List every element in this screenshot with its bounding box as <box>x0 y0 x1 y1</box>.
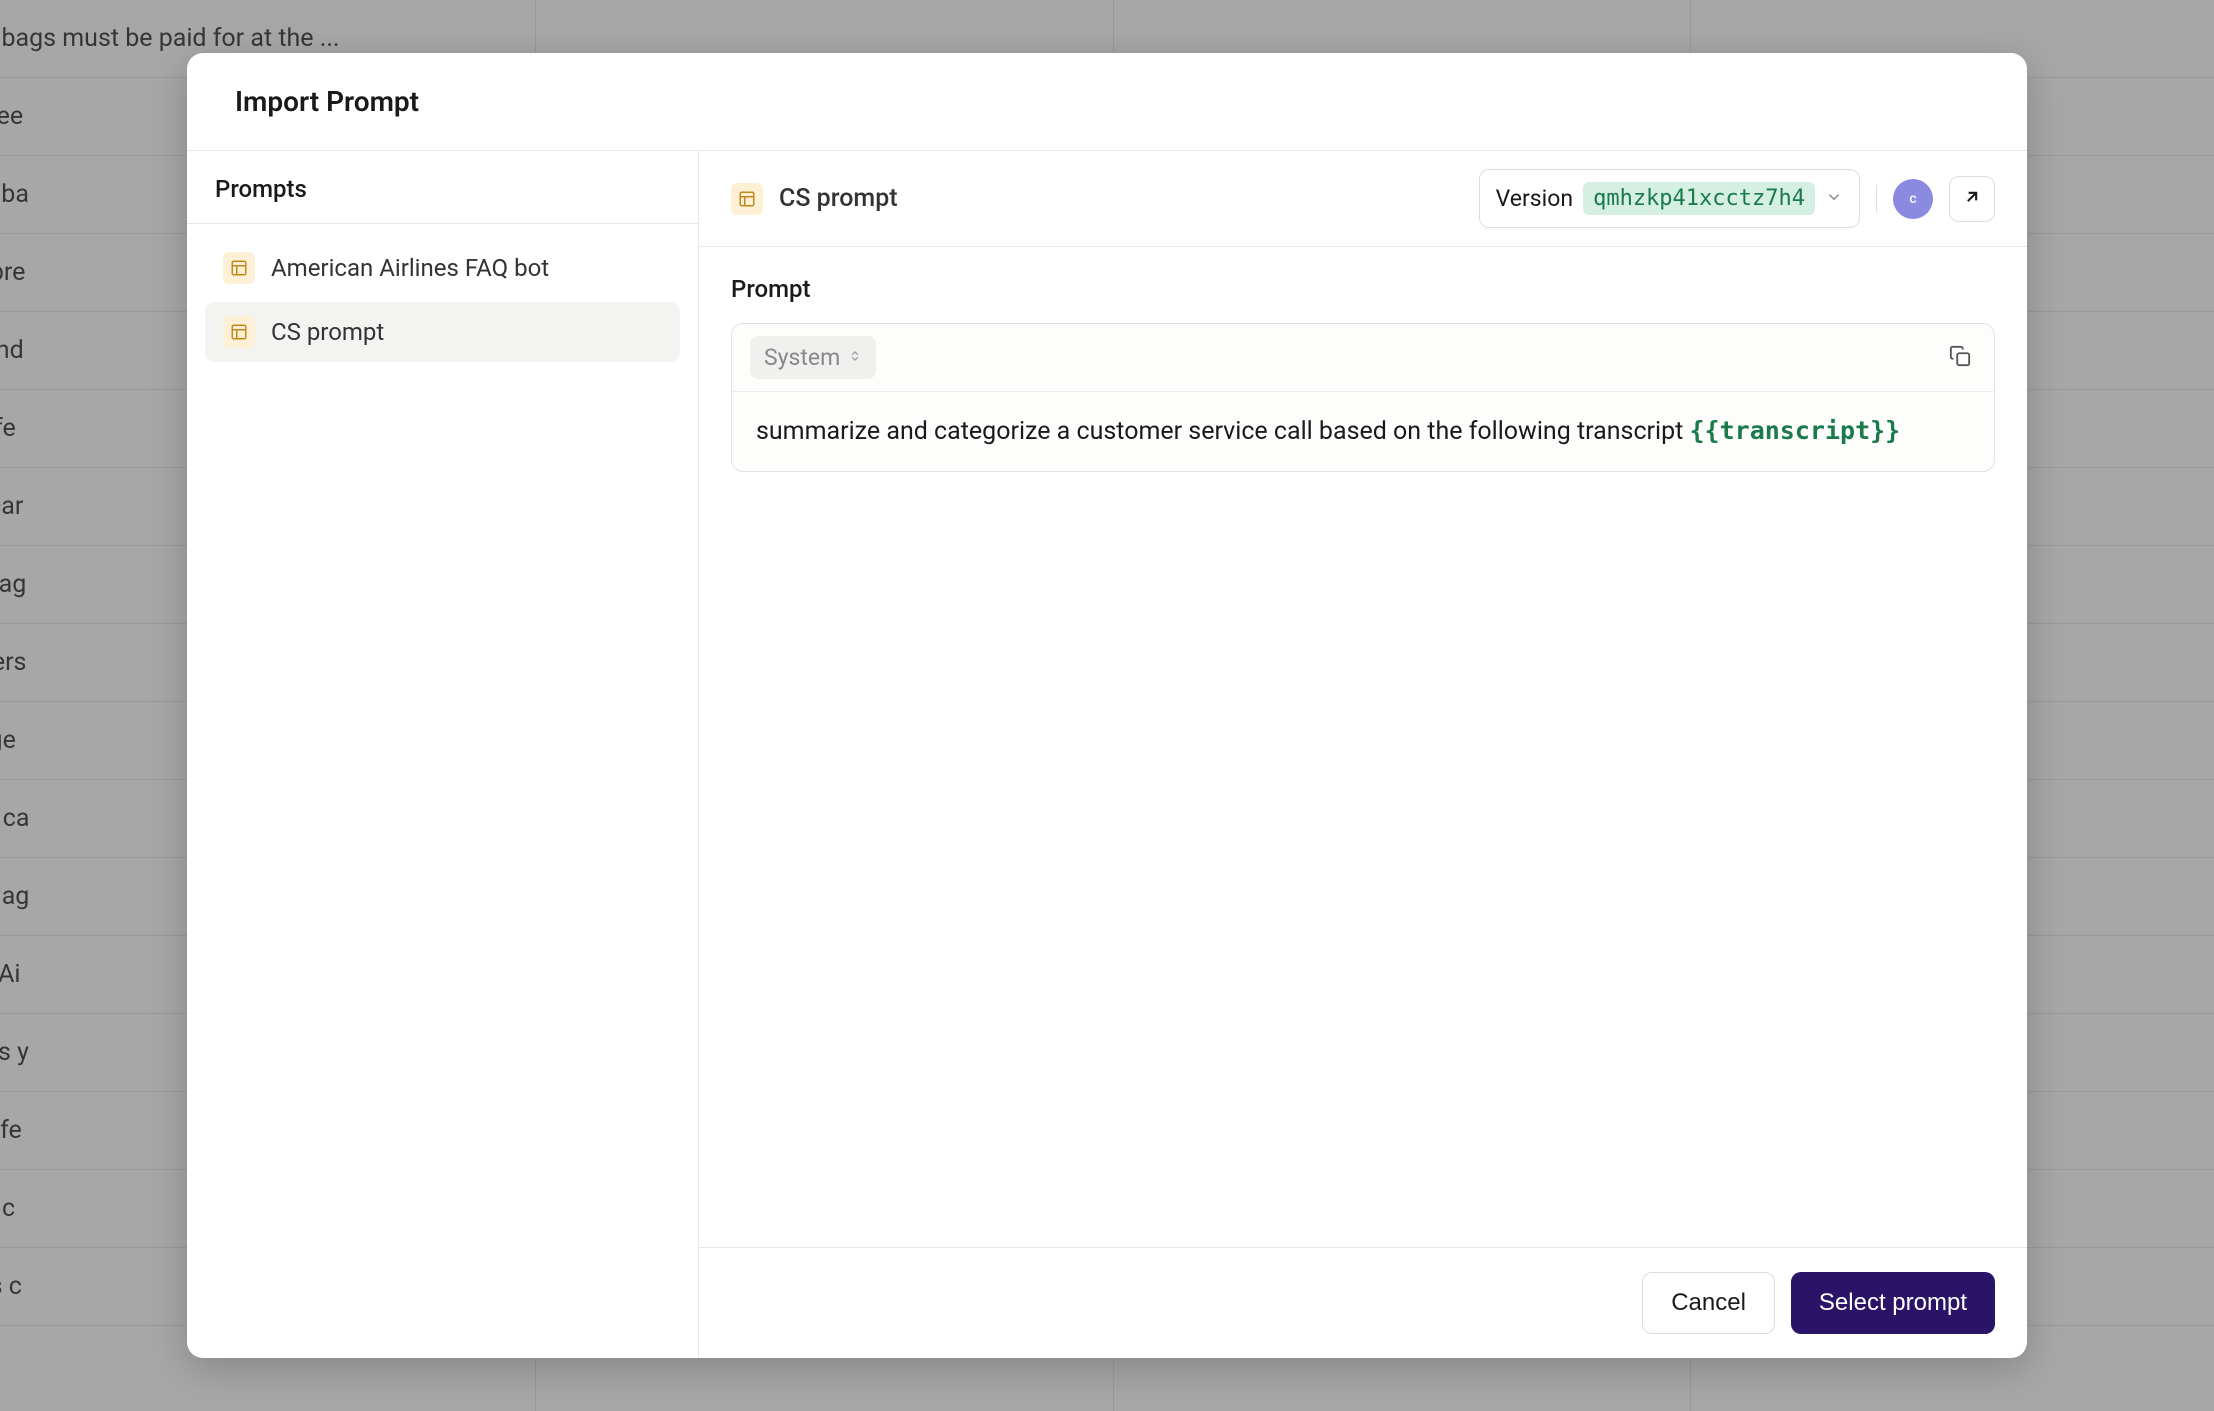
content-area: CS prompt Version qmhzkp41xcctz7h4 <box>699 151 2027 1358</box>
sidebar-header: Prompts <box>187 151 698 224</box>
prompt-icon <box>731 183 763 215</box>
content-prompt-title: CS prompt <box>779 184 898 213</box>
prompts-sidebar: Prompts American Airlines FAQ bot <box>187 151 699 1358</box>
import-prompt-modal: Import Prompt Prompts <box>187 53 2027 1358</box>
content-header: CS prompt Version qmhzkp41xcctz7h4 <box>699 151 2027 247</box>
prompt-section-label: Prompt <box>731 275 1995 303</box>
modal-header: Import Prompt <box>187 53 2027 151</box>
sidebar-item-label: American Airlines FAQ bot <box>271 254 549 282</box>
content-title-group: CS prompt <box>731 183 1463 215</box>
prompt-section: Prompt System <box>699 247 2027 1247</box>
prompt-text: summarize and categorize a customer serv… <box>756 417 1690 446</box>
sort-icon <box>848 348 862 367</box>
version-selector[interactable]: Version qmhzkp41xcctz7h4 <box>1479 169 1860 228</box>
select-prompt-button[interactable]: Select prompt <box>1791 1272 1995 1334</box>
modal-footer: Cancel Select prompt <box>699 1247 2027 1358</box>
prompt-box-header: System <box>732 324 1994 392</box>
modal-overlay: Import Prompt Prompts <box>0 0 2214 1411</box>
user-avatar[interactable]: c <box>1893 179 1933 219</box>
prompt-box: System <box>731 323 1995 472</box>
prompt-content: summarize and categorize a customer serv… <box>732 392 1994 471</box>
template-variable: {{transcript}} <box>1690 416 1901 445</box>
role-label: System <box>764 344 840 371</box>
sidebar-item-label: CS prompt <box>271 318 384 346</box>
version-id-tag: qmhzkp41xcctz7h4 <box>1583 182 1815 215</box>
chevron-down-icon <box>1825 188 1843 210</box>
open-external-button[interactable] <box>1949 176 1995 222</box>
copy-button[interactable] <box>1944 342 1976 374</box>
header-divider <box>1876 185 1877 213</box>
sidebar-item-american-airlines[interactable]: American Airlines FAQ bot <box>205 238 680 298</box>
modal-body: Prompts American Airlines FAQ bot <box>187 151 2027 1358</box>
copy-icon <box>1949 345 1971 371</box>
prompt-icon <box>223 252 255 284</box>
version-label: Version <box>1496 185 1573 212</box>
arrow-up-right-icon <box>1962 187 1982 211</box>
sidebar-prompt-list: American Airlines FAQ bot CS prompt <box>187 224 698 376</box>
role-selector[interactable]: System <box>750 336 876 379</box>
cancel-button[interactable]: Cancel <box>1642 1272 1775 1334</box>
modal-title: Import Prompt <box>235 85 1979 118</box>
prompt-icon <box>223 316 255 348</box>
sidebar-item-cs-prompt[interactable]: CS prompt <box>205 302 680 362</box>
